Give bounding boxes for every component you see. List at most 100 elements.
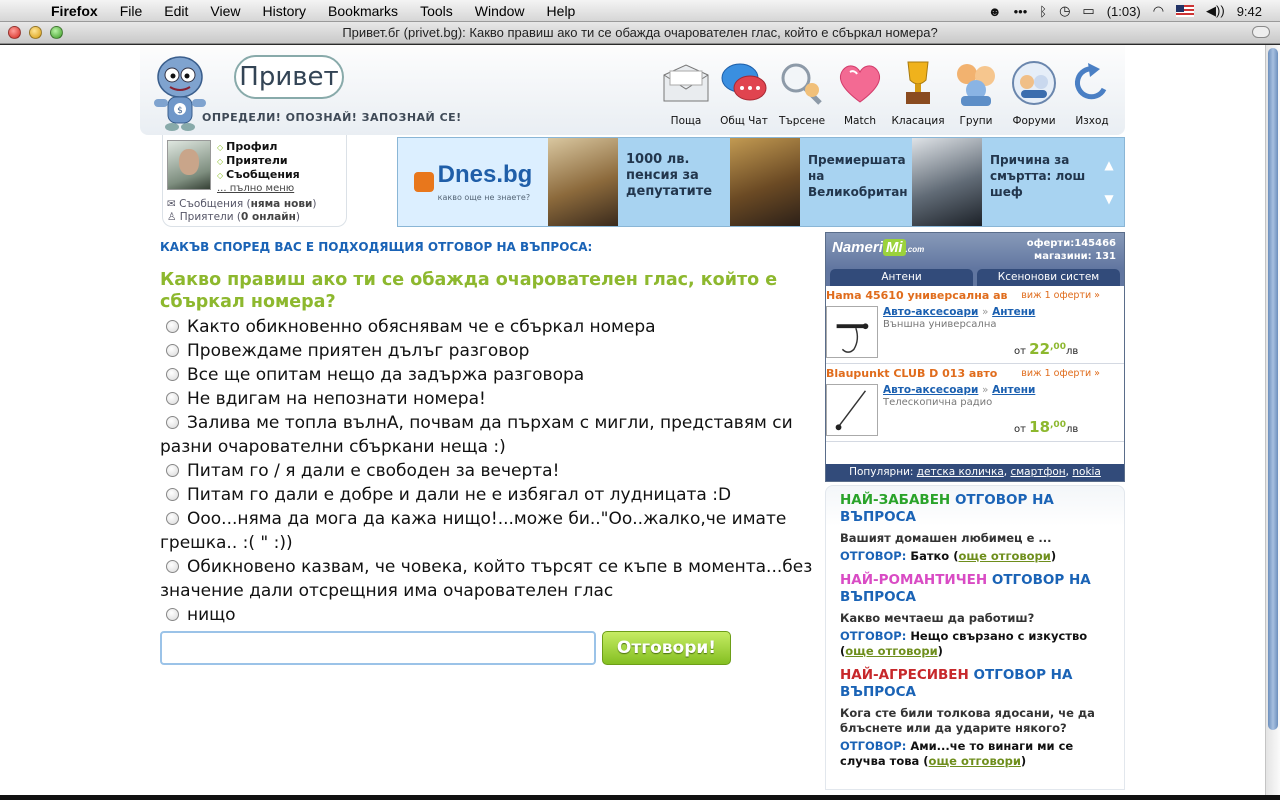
arrow-up-icon[interactable]: ▲ [1104,158,1113,172]
news-headline-2[interactable]: Премиершата на Великобритан [800,138,912,226]
robot-icon[interactable]: ☻ [988,4,1002,19]
product-item[interactable]: Hama 45610 универсална ав виж 1 оферти »… [826,286,1124,364]
vertical-scrollbar[interactable] [1265,45,1280,795]
product-offers-link[interactable]: виж 1 оферти » [1021,290,1100,301]
submit-answer-button[interactable]: Отговори! [602,631,731,665]
more-answers-link[interactable]: още отговори [845,644,937,658]
zoom-icon[interactable] [50,26,63,39]
news-headline-3[interactable]: Причина за смъртта: лош шеф [982,138,1094,226]
radio-button[interactable] [166,320,179,333]
radio-button[interactable] [166,512,179,525]
arrow-down-icon[interactable]: ▼ [1104,192,1113,206]
toolbar-toggle-icon[interactable] [1252,26,1270,38]
radio-button[interactable] [166,416,179,429]
best-romantic-question[interactable]: Какво мечтаеш да работиш? [840,611,1110,626]
menu-file[interactable]: File [109,3,154,19]
time-machine-icon[interactable]: ◷ [1059,3,1070,19]
battery-time: (1:03) [1106,3,1141,19]
product-category[interactable]: Авто-аксесоари » Антени [883,384,1035,396]
product-telescopic-thumb[interactable] [826,384,878,436]
messages-stat[interactable]: ✉ Съобщения (няма нови) [167,198,317,211]
answer-option-2[interactable]: Провеждаме приятен дълъг разговор [160,339,820,363]
best-aggressive-question[interactable]: Кога сте били толкова ядосани, че да блъ… [840,706,1110,736]
radio-button[interactable] [166,344,179,357]
dots-icon[interactable]: ••• [1014,4,1028,19]
profile-link-messages[interactable]: ◇ Съобщения [217,168,300,182]
scrollbar-thumb[interactable] [1268,48,1278,730]
news-photo-1[interactable] [548,138,618,226]
product-name[interactable]: Blaupunkt CLUB D 013 авто [826,367,997,380]
menu-bookmarks[interactable]: Bookmarks [317,3,409,19]
nav-search[interactable]: Търсене [773,49,831,127]
nameri-stats: оферти:145466 магазини: 131 [1026,238,1116,262]
popular-link-2[interactable]: смартфон [1010,466,1065,478]
menu-edit[interactable]: Edit [153,3,199,19]
full-menu-link[interactable]: ... пълно меню [217,182,300,195]
nameri-logo[interactable]: Nameri Mi .com [832,239,924,256]
radio-button[interactable] [166,488,179,501]
radio-button[interactable] [166,392,179,405]
news-photo-3[interactable] [912,138,982,226]
answer-option-3[interactable]: Все ще опитам нещо да задържа разговора [160,363,820,387]
nav-forums[interactable]: Форуми [1005,49,1063,127]
site-logo-text[interactable]: Привет [234,55,344,99]
tab-antennas[interactable]: Антени [830,269,973,286]
more-answers-link[interactable]: още отговори [958,549,1050,563]
volume-icon[interactable]: ◀)) [1206,3,1225,19]
radio-button[interactable] [166,608,179,621]
friends-stat[interactable]: ♙ Приятели (0 онлайн) [167,211,317,224]
profile-link-profile[interactable]: ◇ Профил [217,140,300,154]
custom-answer-input[interactable] [160,631,596,665]
menu-history[interactable]: History [251,3,317,19]
answer-option-8[interactable]: Ооо...няма да мога да кажа нищо!...може … [160,507,820,555]
dnes-logo[interactable]: Dnes.bg какво още не знаете? [398,138,548,226]
news-headline-1[interactable]: 1000 лв. пенсия за депутатите [618,138,730,226]
bluetooth-icon[interactable]: ᛒ [1039,4,1047,19]
answer-option-5[interactable]: Залива ме топла вълнА, почвам да пърхам … [160,411,820,459]
nav-match[interactable]: Match [831,49,889,127]
product-antenna-thumb[interactable] [826,306,878,358]
radio-button[interactable] [166,368,179,381]
question-title: Какво правиш ако ти се обажда очаровател… [160,270,778,312]
profile-link-friends[interactable]: ◇ Приятели [217,154,300,168]
window-titlebar: Привет.бг (privet.bg): Какво правиш ако … [0,22,1280,44]
product-item[interactable]: Blaupunkt CLUB D 013 авто виж 1 оферти »… [826,364,1124,442]
menu-app-firefox[interactable]: Firefox [40,3,109,19]
wifi-icon[interactable]: ◠ [1153,3,1164,19]
menu-tools[interactable]: Tools [409,3,464,19]
news-photo-2[interactable] [730,138,800,226]
nav-mail[interactable]: Поща [657,49,715,127]
best-funny-question[interactable]: Вашият домашен любимец е ... [840,531,1110,546]
answer-option-10[interactable]: нищо [160,603,820,627]
avatar[interactable] [167,140,211,190]
minimize-icon[interactable] [29,26,42,39]
clock[interactable]: 9:42 [1237,4,1262,19]
tab-xenon[interactable]: Ксенонови систем [977,269,1120,286]
nav-chat[interactable]: Общ Чат [715,49,773,127]
nav-exit-label: Изход [1075,115,1109,127]
answer-option-1[interactable]: Както обикновенно обяснявам че е сбъркал… [160,315,820,339]
more-answers-link[interactable]: още отговори [929,754,1021,768]
menu-help[interactable]: Help [536,3,587,19]
nav-ranking[interactable]: Класация [889,49,947,127]
product-offers-link[interactable]: виж 1 оферти » [1021,368,1100,379]
battery-icon[interactable]: ▭ [1082,3,1094,19]
product-name[interactable]: Hama 45610 универсална ав [826,289,1007,302]
dnes-banner[interactable]: Dnes.bg какво още не знаете? 1000 лв. пе… [397,137,1125,227]
nav-groups[interactable]: Групи [947,49,1005,127]
product-category[interactable]: Авто-аксесоари » Антени [883,306,1035,318]
nav-mail-label: Поща [670,115,702,127]
us-flag-icon[interactable] [1176,5,1195,17]
answer-option-4[interactable]: Не вдигам на непознати номера! [160,387,820,411]
nav-exit[interactable]: Изход [1063,49,1121,127]
popular-link-3[interactable]: nokia [1072,466,1101,478]
menu-view[interactable]: View [199,3,251,19]
close-icon[interactable] [8,26,21,39]
popular-link-1[interactable]: детска количка [917,466,1004,478]
answer-option-9[interactable]: Обикновено казвам, че човека, който търс… [160,555,820,603]
answer-option-6[interactable]: Питам го / я дали е свободен за вечерта! [160,459,820,483]
radio-button[interactable] [166,560,179,573]
answer-option-7[interactable]: Питам го дали е добре и дали не е избяга… [160,483,820,507]
menu-window[interactable]: Window [464,3,536,19]
radio-button[interactable] [166,464,179,477]
